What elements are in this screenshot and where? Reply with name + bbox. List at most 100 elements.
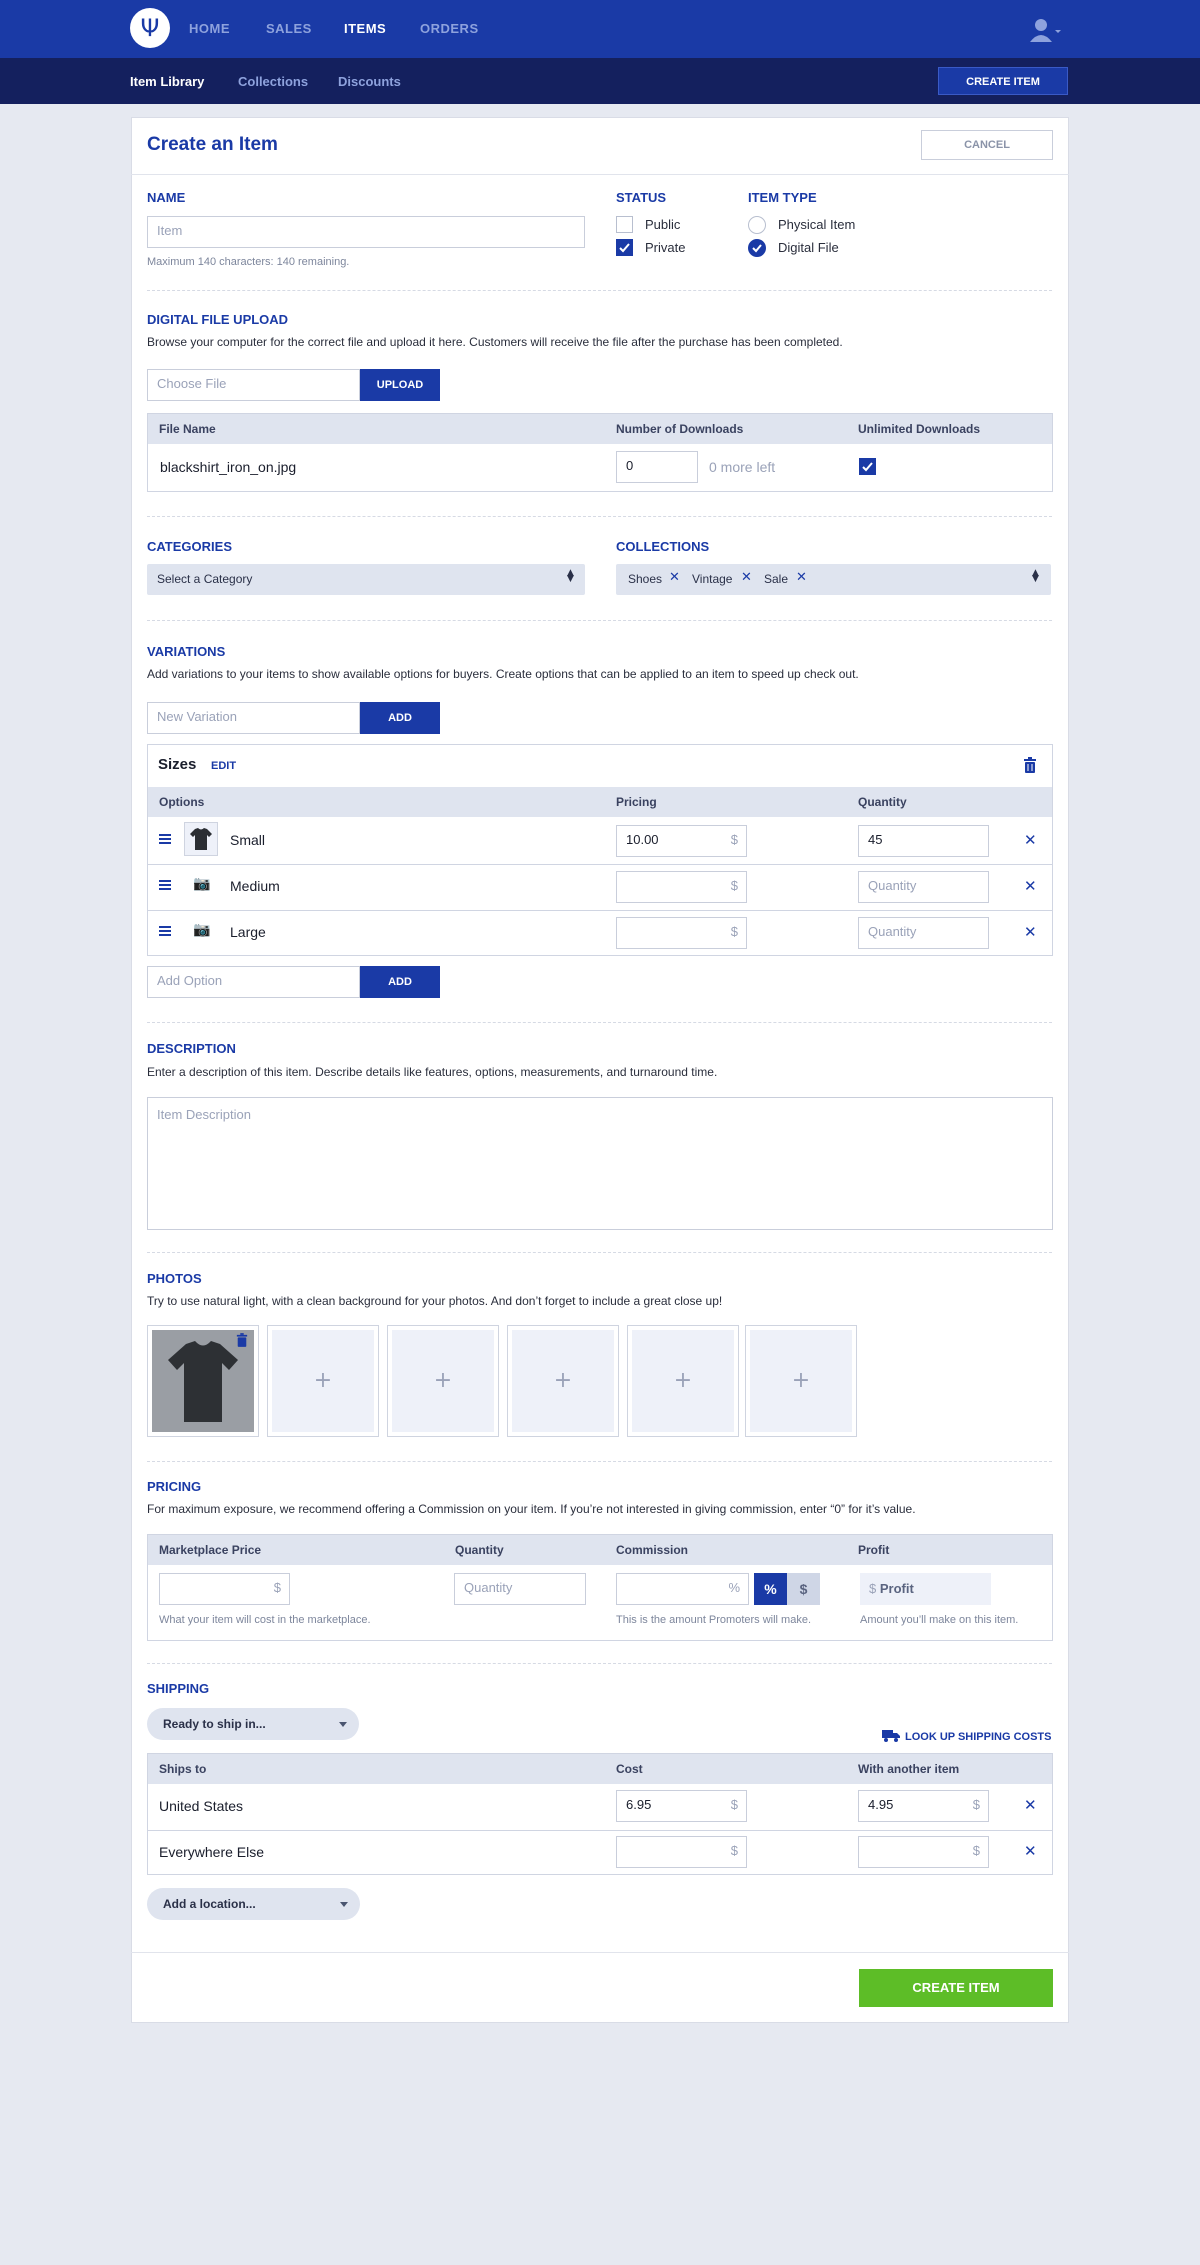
categories-label: CATEGORIES bbox=[147, 539, 232, 554]
option-quantity-input[interactable]: 45 bbox=[858, 825, 989, 857]
nav-sales[interactable]: SALES bbox=[266, 21, 312, 36]
new-variation-input[interactable]: New Variation bbox=[147, 702, 360, 734]
subnav-item-library[interactable]: Item Library bbox=[130, 74, 204, 89]
photo-slot-empty[interactable]: + bbox=[507, 1325, 619, 1437]
description-section-title: DESCRIPTION bbox=[147, 1041, 236, 1056]
collection-tag: Shoes bbox=[628, 572, 663, 586]
logo-trident-icon[interactable]: Ψ bbox=[130, 8, 170, 48]
unlimited-downloads-checkbox[interactable] bbox=[859, 458, 876, 475]
remove-tag-icon[interactable]: ✕ bbox=[669, 570, 680, 585]
option-quantity-input[interactable]: Quantity bbox=[858, 871, 989, 903]
col-marketplace-price: Marketplace Price bbox=[159, 1543, 262, 1557]
pricing-table-header bbox=[148, 1535, 1052, 1565]
private-checkbox[interactable] bbox=[616, 239, 633, 256]
camera-icon[interactable]: 📷 bbox=[193, 876, 210, 892]
option-price-input[interactable]: $ bbox=[616, 871, 747, 903]
create-item-button[interactable]: CREATE ITEM bbox=[859, 1969, 1053, 2007]
add-option-button[interactable]: ADD bbox=[360, 966, 440, 998]
photo-slot-empty[interactable]: + bbox=[745, 1325, 857, 1437]
choose-file-input[interactable]: Choose File bbox=[147, 369, 360, 401]
variations-section-title: VARIATIONS bbox=[147, 644, 226, 659]
photos-help-text: Try to use natural light, with a clean b… bbox=[147, 1294, 723, 1308]
subnav-discounts[interactable]: Discounts bbox=[338, 74, 401, 89]
physical-item-radio[interactable] bbox=[748, 216, 766, 234]
marketplace-price-input[interactable]: $ bbox=[159, 1573, 290, 1605]
upload-section-title: DIGITAL FILE UPLOAD bbox=[147, 312, 289, 327]
digital-file-radio[interactable] bbox=[748, 239, 766, 257]
add-variation-button[interactable]: ADD bbox=[360, 702, 440, 734]
drag-handle-icon[interactable] bbox=[159, 926, 171, 936]
photos-section-title: PHOTOS bbox=[147, 1271, 202, 1286]
dollar-toggle-button[interactable]: $ bbox=[787, 1573, 820, 1605]
drag-handle-icon[interactable] bbox=[159, 880, 171, 890]
col-profit: Profit bbox=[858, 1543, 890, 1557]
remove-tag-icon[interactable]: ✕ bbox=[796, 570, 807, 585]
nav-orders[interactable]: ORDERS bbox=[420, 21, 479, 36]
variations-description: Add variations to your items to show ava… bbox=[147, 667, 859, 681]
item-description-textarea[interactable]: Item Description bbox=[147, 1097, 1053, 1230]
variation-thumbnail[interactable] bbox=[184, 822, 218, 856]
check-icon bbox=[862, 462, 873, 472]
option-price-input[interactable]: 10.00 $ bbox=[616, 825, 747, 857]
check-icon bbox=[619, 243, 630, 253]
nav-home[interactable]: HOME bbox=[189, 21, 230, 36]
photo-trash-icon[interactable] bbox=[236, 1333, 248, 1350]
section-divider bbox=[147, 516, 1052, 517]
shipping-cost-input[interactable]: 6.95 $ bbox=[616, 1790, 747, 1822]
remove-option-icon[interactable]: ✕ bbox=[1024, 923, 1037, 941]
description-help-text: Enter a description of this item. Descri… bbox=[147, 1065, 718, 1079]
remove-tag-icon[interactable]: ✕ bbox=[741, 570, 752, 585]
add-photo-icon: + bbox=[512, 1330, 614, 1432]
user-avatar-icon[interactable] bbox=[1030, 18, 1061, 42]
photo-slot-empty[interactable]: + bbox=[627, 1325, 739, 1437]
nav-items[interactable]: ITEMS bbox=[344, 21, 386, 36]
subnav-collections[interactable]: Collections bbox=[238, 74, 308, 89]
option-price-input[interactable]: $ bbox=[616, 917, 747, 949]
category-select[interactable]: Select a Category bbox=[147, 564, 585, 595]
add-location-select[interactable]: Add a location... bbox=[147, 1888, 360, 1920]
upload-button[interactable]: UPLOAD bbox=[360, 369, 440, 401]
remove-location-icon[interactable]: ✕ bbox=[1024, 1796, 1037, 1814]
photo-slot-filled[interactable] bbox=[147, 1325, 259, 1437]
pricing-section-title: PRICING bbox=[147, 1479, 202, 1494]
drag-handle-icon[interactable] bbox=[159, 834, 171, 844]
col-commission: Commission bbox=[616, 1543, 689, 1557]
item-name-input[interactable]: Item bbox=[147, 216, 585, 248]
remove-option-icon[interactable]: ✕ bbox=[1024, 831, 1037, 849]
shipping-cost-input[interactable]: $ bbox=[616, 1836, 747, 1868]
collection-tag: Sale bbox=[764, 572, 789, 586]
photo-slot-empty[interactable]: + bbox=[267, 1325, 379, 1437]
add-option-input[interactable]: Add Option bbox=[147, 966, 360, 998]
remove-option-icon[interactable]: ✕ bbox=[1024, 877, 1037, 895]
collections-label: COLLECTIONS bbox=[616, 539, 710, 554]
col-unlimited-downloads: Unlimited Downloads bbox=[858, 422, 981, 436]
trash-icon[interactable] bbox=[1023, 757, 1037, 776]
shipping-section-title: SHIPPING bbox=[147, 1681, 210, 1696]
commission-input[interactable]: % bbox=[616, 1573, 749, 1605]
downloads-input[interactable]: 0 bbox=[616, 451, 698, 483]
row-divider bbox=[148, 910, 1052, 911]
ship-destination: United States bbox=[159, 1798, 244, 1814]
truck-icon[interactable] bbox=[882, 1729, 900, 1745]
tshirt-icon bbox=[190, 828, 212, 850]
section-divider bbox=[147, 620, 1052, 621]
collections-select[interactable] bbox=[616, 564, 1051, 595]
check-icon bbox=[752, 244, 762, 253]
photo-slot-empty[interactable]: + bbox=[387, 1325, 499, 1437]
cancel-button[interactable]: CANCEL bbox=[921, 130, 1053, 160]
create-item-top-button[interactable]: CREATE ITEM bbox=[938, 67, 1068, 95]
remove-location-icon[interactable]: ✕ bbox=[1024, 1842, 1037, 1860]
edit-variation-link[interactable]: EDIT bbox=[211, 760, 236, 772]
name-label: NAME bbox=[147, 190, 186, 205]
file-name: blackshirt_iron_on.jpg bbox=[160, 459, 297, 475]
digital-file-label: Digital File bbox=[778, 240, 839, 255]
ready-to-ship-select[interactable]: Ready to ship in... bbox=[147, 1708, 359, 1740]
public-checkbox[interactable] bbox=[616, 216, 633, 233]
look-up-shipping-costs-link[interactable]: LOOK UP SHIPPING COSTS bbox=[905, 1731, 1052, 1743]
pricing-quantity-input[interactable]: Quantity bbox=[454, 1573, 586, 1605]
percent-toggle-button[interactable]: % bbox=[754, 1573, 787, 1605]
shipping-additional-input[interactable]: 4.95 $ bbox=[858, 1790, 989, 1822]
option-quantity-input[interactable]: Quantity bbox=[858, 917, 989, 949]
shipping-additional-input[interactable]: $ bbox=[858, 1836, 989, 1868]
camera-icon[interactable]: 📷 bbox=[193, 922, 210, 938]
